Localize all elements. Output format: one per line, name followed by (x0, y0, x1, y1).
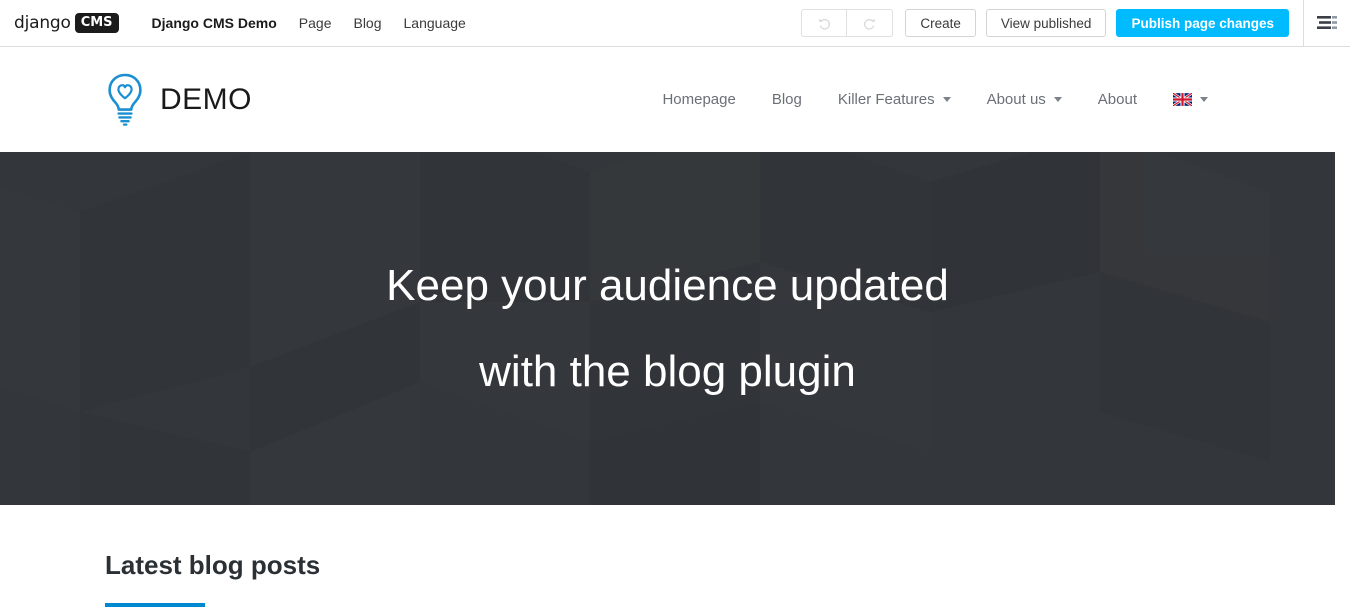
section-heading: Latest blog posts (105, 550, 321, 580)
nav-label-blog: Blog (771, 91, 802, 108)
site-header: DEMO Homepage Blog Killer Features About… (0, 47, 1350, 152)
nav-item-about[interactable]: About (1080, 80, 1155, 120)
undo-redo-group (801, 9, 894, 37)
nav-item-killer-features[interactable]: Killer Features (820, 80, 969, 120)
cms-toolbar: django CMS Django CMS Demo Page Blog Lan… (0, 0, 1350, 47)
publish-page-changes-button[interactable]: Publish page changes (1116, 9, 1289, 37)
redo-button[interactable] (847, 9, 894, 37)
browser-page: django CMS Django CMS Demo Page Blog Lan… (0, 0, 1350, 616)
nav-item-language-switcher[interactable] (1155, 80, 1226, 120)
site-brand-text: DEMO (160, 82, 252, 116)
nav-item-homepage[interactable]: Homepage (644, 80, 753, 120)
nav-label-killer-features: Killer Features (837, 91, 935, 108)
django-cms-logo[interactable]: django CMS (14, 0, 119, 46)
hero-headline-line1: Keep your audience updated (386, 260, 949, 310)
nav-item-blog[interactable]: Blog (754, 80, 820, 120)
toolbar-left-group: django CMS Django CMS Demo Page Blog Lan… (0, 0, 477, 46)
hamburger-menu-icon (1317, 16, 1337, 29)
toolbar-menu-list: Django CMS Demo Page Blog Language (141, 0, 477, 46)
toolbar-menu-site-name[interactable]: Django CMS Demo (141, 0, 288, 46)
toolbar-menu-language[interactable]: Language (393, 0, 477, 46)
latest-blog-posts-section: Latest blog posts (0, 505, 1350, 607)
chevron-down-icon (1200, 97, 1208, 102)
nav-label-homepage: Homepage (662, 91, 736, 108)
cms-badge: CMS (74, 13, 119, 33)
django-wordmark: django (14, 13, 71, 33)
view-published-button[interactable]: View published (985, 9, 1107, 37)
undo-button[interactable] (801, 9, 848, 37)
uk-flag-icon (1173, 93, 1192, 106)
create-button[interactable]: Create (905, 9, 976, 37)
toolbar-menu-blog[interactable]: Blog (342, 0, 392, 46)
toolbar-right-group: Create View published Publish page chang… (801, 0, 1350, 47)
toolbar-menu-page[interactable]: Page (288, 0, 343, 46)
nav-label-about-us: About us (986, 91, 1046, 108)
chevron-down-icon (1053, 97, 1062, 102)
hero-content: Keep your audience updated with the blog… (0, 152, 1335, 505)
site-logo-link[interactable]: DEMO (105, 72, 252, 128)
undo-icon (818, 18, 830, 30)
toolbar-menu-toggle-button[interactable] (1304, 0, 1350, 47)
lightbulb-heart-icon (108, 73, 142, 126)
main-navigation: Homepage Blog Killer Features About us A… (644, 80, 1226, 120)
nav-item-about-us[interactable]: About us (969, 80, 1080, 120)
section-underline-rule (105, 603, 205, 607)
chevron-down-icon (942, 97, 951, 102)
hero-headline-line2: with the blog plugin (479, 346, 856, 396)
redo-icon (864, 18, 876, 30)
nav-label-about: About (1097, 91, 1137, 108)
hero-banner: Keep your audience updated with the blog… (0, 152, 1335, 505)
